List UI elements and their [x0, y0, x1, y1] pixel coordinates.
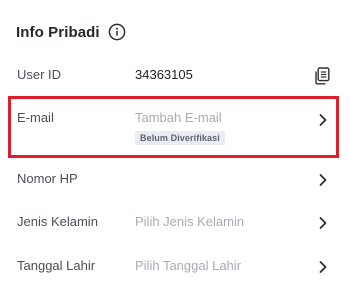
- copy-icon[interactable]: [314, 67, 330, 85]
- chevron-right-icon[interactable]: [318, 260, 328, 274]
- section-title: Info Pribadi: [16, 23, 100, 41]
- section-header: Info Pribadi: [16, 20, 126, 44]
- user-id-value: 34363105: [135, 67, 193, 82]
- user-id-label: User ID: [17, 67, 62, 82]
- gender-row[interactable]: Jenis Kelamin Pilih Jenis Kelamin: [0, 207, 350, 237]
- chevron-right-icon[interactable]: [318, 173, 328, 187]
- birthdate-placeholder: Pilih Tanggal Lahir: [135, 258, 241, 273]
- gender-placeholder: Pilih Jenis Kelamin: [135, 214, 245, 229]
- phone-label: Nomor HP: [17, 171, 78, 186]
- chevron-right-icon[interactable]: [318, 216, 328, 230]
- phone-row[interactable]: Nomor HP: [0, 164, 350, 194]
- birthdate-label: Tanggal Lahir: [17, 258, 96, 273]
- birthdate-row[interactable]: Tanggal Lahir Pilih Tanggal Lahir: [0, 251, 350, 281]
- gender-label: Jenis Kelamin: [17, 214, 98, 229]
- user-id-row: User ID 34363105: [0, 60, 350, 90]
- info-icon[interactable]: [108, 23, 126, 41]
- email-highlight-box: [8, 96, 339, 158]
